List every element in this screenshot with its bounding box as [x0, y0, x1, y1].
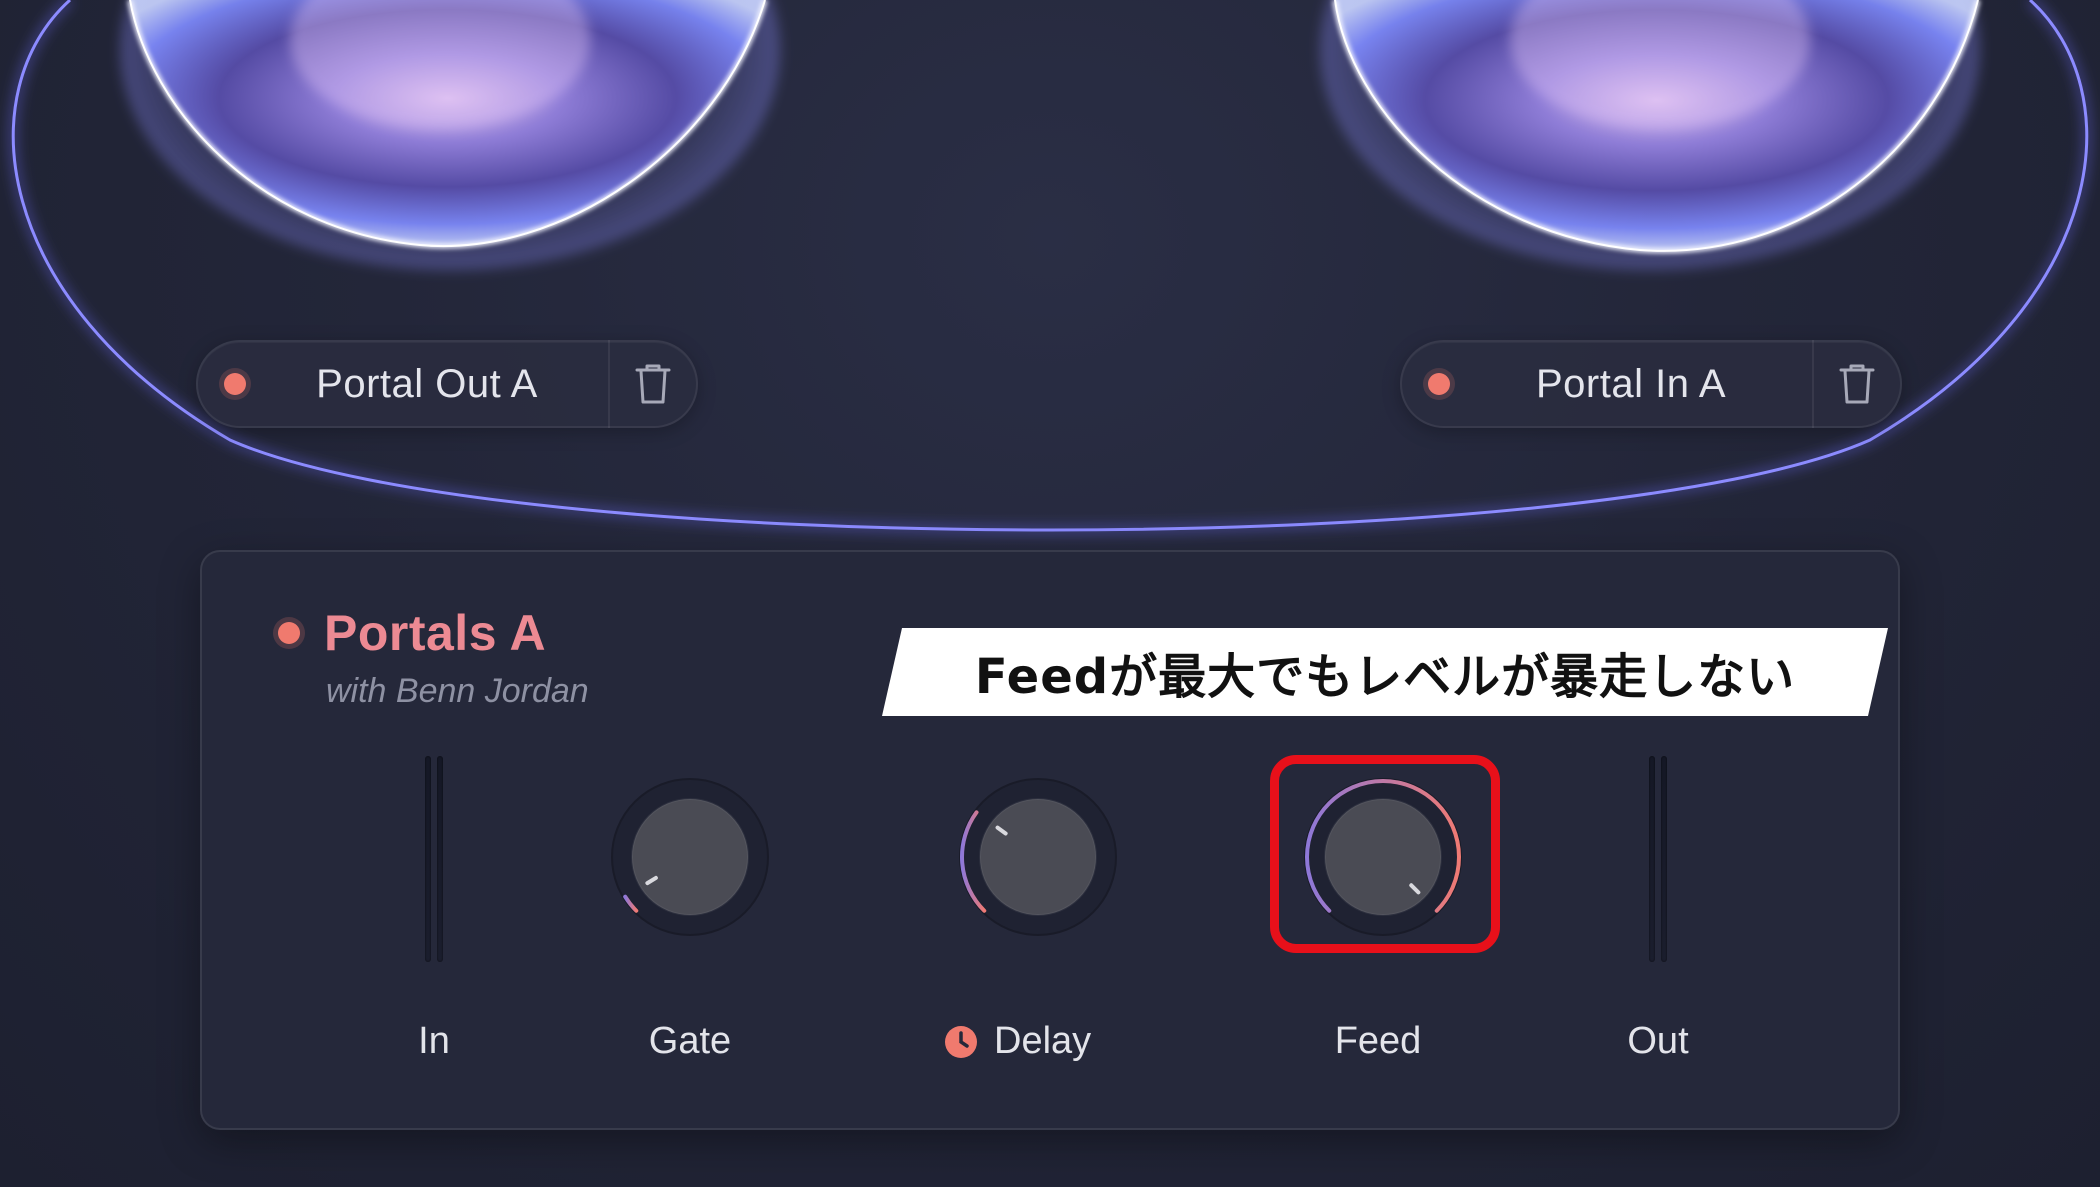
in-label: In [418, 1020, 450, 1062]
portal-in-orb [1320, 0, 1981, 270]
portal-out-delete-button[interactable] [610, 340, 696, 428]
output-meter-bar-left [1649, 756, 1655, 962]
delay-label-group[interactable]: Delay [944, 1020, 1091, 1063]
input-meter-bar-right [437, 756, 443, 962]
feed-highlight-box [1270, 755, 1500, 953]
input-meter-bar-left [425, 756, 431, 962]
delay-knob-svg [959, 778, 1117, 936]
out-label: Out [1627, 1020, 1689, 1062]
portal-out-orb [120, 0, 780, 270]
portal-out-label: Portal Out A [316, 361, 538, 406]
portal-in-label: Portal In A [1535, 361, 1727, 406]
portal-scene [8, 0, 2092, 535]
delay-knob[interactable] [938, 757, 1138, 957]
plugin-subtitle: with Benn Jordan [326, 672, 589, 710]
portal-out-pill[interactable]: Portal Out A [196, 340, 698, 428]
output-meter-bar-right [1661, 756, 1667, 962]
portal-in-status-dot [1428, 373, 1450, 395]
gate-label: Gate [648, 1020, 732, 1062]
delay-label: Delay [994, 1020, 1092, 1062]
plugin-title: Portals A [324, 605, 547, 661]
plugin-status-dot[interactable] [278, 622, 300, 644]
portal-out-status-dot [224, 373, 246, 395]
trash-icon [1839, 364, 1875, 404]
output-meter [1645, 756, 1671, 962]
trash-icon [635, 364, 671, 404]
gate-knob[interactable] [590, 757, 790, 957]
gate-knob-svg [611, 778, 769, 936]
annotation-text: Feedが最大でもレベルが暴走しない [974, 649, 1796, 705]
clock-icon[interactable] [944, 1025, 978, 1059]
portal-in-pill[interactable]: Portal In A [1400, 340, 1902, 428]
input-meter [421, 756, 447, 962]
feed-label: Feed [1334, 1020, 1422, 1062]
portal-in-delete-button[interactable] [1814, 340, 1900, 428]
annotation-banner: Feedが最大でもレベルが暴走しない [882, 628, 1888, 716]
